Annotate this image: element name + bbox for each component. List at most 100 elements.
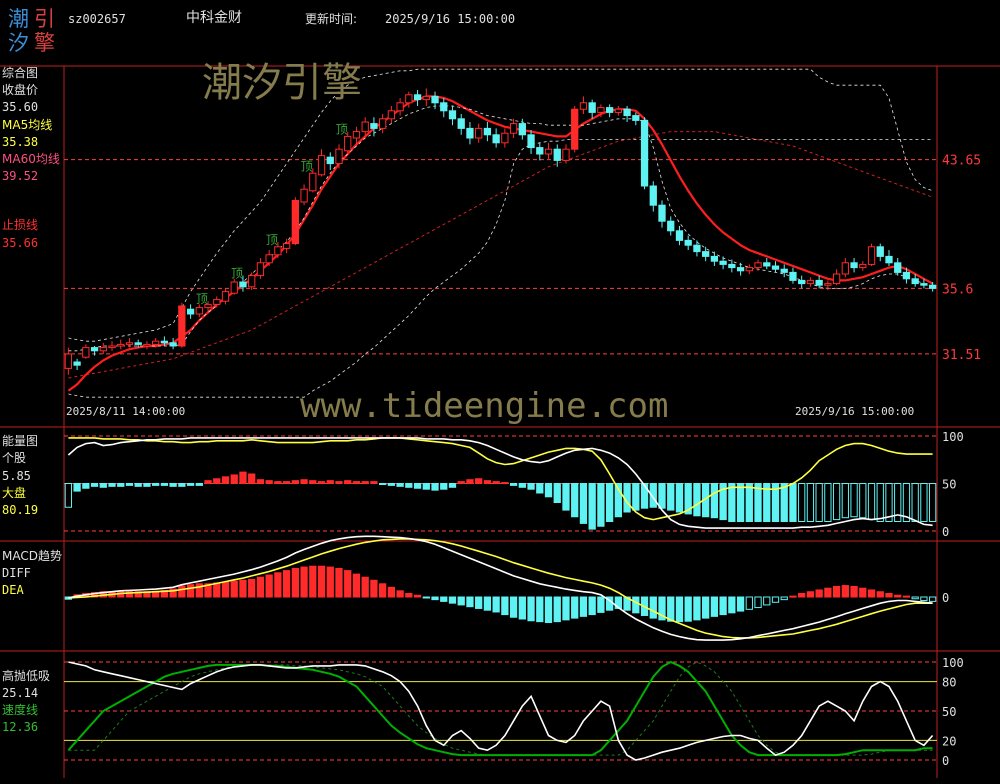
candle-body: [571, 108, 579, 150]
energy-bar: [780, 483, 788, 522]
stock-code: sz002657: [68, 12, 126, 26]
candle-body: [859, 263, 867, 269]
macd-bar: [309, 565, 317, 598]
macd-bar: [413, 594, 422, 598]
kdj-panel-title: 高抛低吸: [2, 669, 51, 683]
macd-bar: [789, 595, 797, 598]
macd-panel-title: MACD趋势: [2, 549, 62, 563]
candle-body: [352, 131, 361, 139]
macd-bar: [780, 596, 788, 601]
macd-bar: [248, 578, 256, 598]
macd-bar: [597, 596, 605, 613]
macd-bar: [291, 567, 299, 598]
candle-body: [832, 273, 841, 285]
macd-bar: [763, 596, 771, 606]
energy-bar: [82, 483, 90, 489]
lower-band-line: [68, 139, 933, 398]
candle-body: [509, 123, 518, 134]
energy-bar: [274, 481, 282, 485]
energy-bar: [152, 483, 160, 486]
energy-bar: [125, 483, 134, 486]
macd-bar: [885, 592, 893, 598]
macd-bar: [466, 596, 474, 608]
macd-bar: [431, 596, 439, 601]
macd-bar: [553, 596, 561, 623]
candle-body: [649, 185, 657, 206]
candle-body: [824, 283, 832, 286]
macd-bar: [728, 596, 736, 614]
macd-bar: [256, 576, 265, 598]
candle-body: [274, 246, 282, 256]
energy-bar: [475, 478, 483, 484]
candle-body: [928, 284, 937, 289]
energy-bar: [509, 483, 518, 486]
macd-bar: [352, 573, 361, 598]
candle-body: [125, 342, 134, 345]
macd-bar: [815, 589, 823, 598]
candle-body: [230, 281, 238, 294]
macd-bar: [876, 591, 884, 598]
candle-body: [169, 342, 177, 347]
logo-char: 汐: [8, 31, 29, 55]
candle-body: [300, 188, 308, 203]
candle-body: [475, 127, 483, 139]
candle-body: [675, 230, 684, 241]
candle-body: [562, 148, 570, 161]
candle-body: [693, 244, 701, 253]
energy-bar: [911, 483, 919, 522]
energy-bar: [160, 483, 169, 486]
energy-bar: [178, 483, 186, 487]
macd-bar: [920, 596, 928, 602]
macd-bar: [902, 595, 911, 598]
energy-bar: [867, 483, 876, 521]
energy-bar: [73, 483, 81, 492]
candle-body: [553, 148, 561, 161]
energy-bar: [728, 483, 736, 522]
macd-tick-label: 0: [942, 591, 949, 605]
candle-body: [457, 118, 465, 129]
energy-bar: [431, 483, 439, 491]
macd-bar: [509, 596, 518, 618]
ma60-value: 39.52: [2, 169, 39, 183]
candle-body: [789, 271, 797, 281]
macd-bar: [300, 566, 308, 598]
macd-bar: [745, 596, 753, 610]
ma60-label: MA60均线: [2, 152, 60, 166]
price-tick-label: 43.65: [942, 154, 981, 169]
macd-bar: [178, 585, 186, 598]
macd-bar: [736, 596, 745, 612]
macd-bar: [317, 565, 326, 598]
macd-bar: [230, 580, 238, 598]
energy-bar: [352, 481, 361, 485]
candle-body: [73, 361, 81, 366]
macd-bar: [536, 596, 544, 623]
macd-bar: [928, 596, 937, 602]
candle-body: [885, 255, 893, 264]
stop-loss-value: 35.66: [2, 236, 39, 250]
energy-bar: [745, 483, 753, 522]
peak-mark: 顶: [336, 123, 348, 137]
candle-body: [90, 347, 99, 352]
energy-bar: [605, 483, 614, 522]
macd-bar: [239, 579, 247, 598]
energy-bar: [248, 473, 256, 484]
macd-bar: [571, 596, 579, 619]
ma5-label: MA5均线: [2, 118, 53, 132]
candle-body: [143, 343, 151, 347]
kdj-tick-label: 20: [942, 734, 956, 748]
energy-bar: [370, 481, 378, 485]
energy-bar: [448, 483, 457, 488]
chart-stage: 43.65 35.6 31.51 顶顶顶顶顶 100 50 0 0 100 80 50 20 0 潮 引…: [0, 0, 1000, 780]
candle-body: [422, 95, 430, 101]
energy-tick-label: 50: [942, 478, 956, 492]
candle-body: [309, 172, 317, 192]
peak-mark: 顶: [231, 267, 243, 281]
candle-body: [405, 94, 413, 104]
candle-body: [221, 291, 230, 302]
kdj-tick-label: 50: [942, 705, 956, 719]
energy-bar: [658, 483, 666, 509]
candle-body: [387, 110, 396, 120]
candle-body: [632, 115, 640, 121]
energy-bar: [344, 480, 352, 484]
energy-bar: [239, 471, 247, 485]
